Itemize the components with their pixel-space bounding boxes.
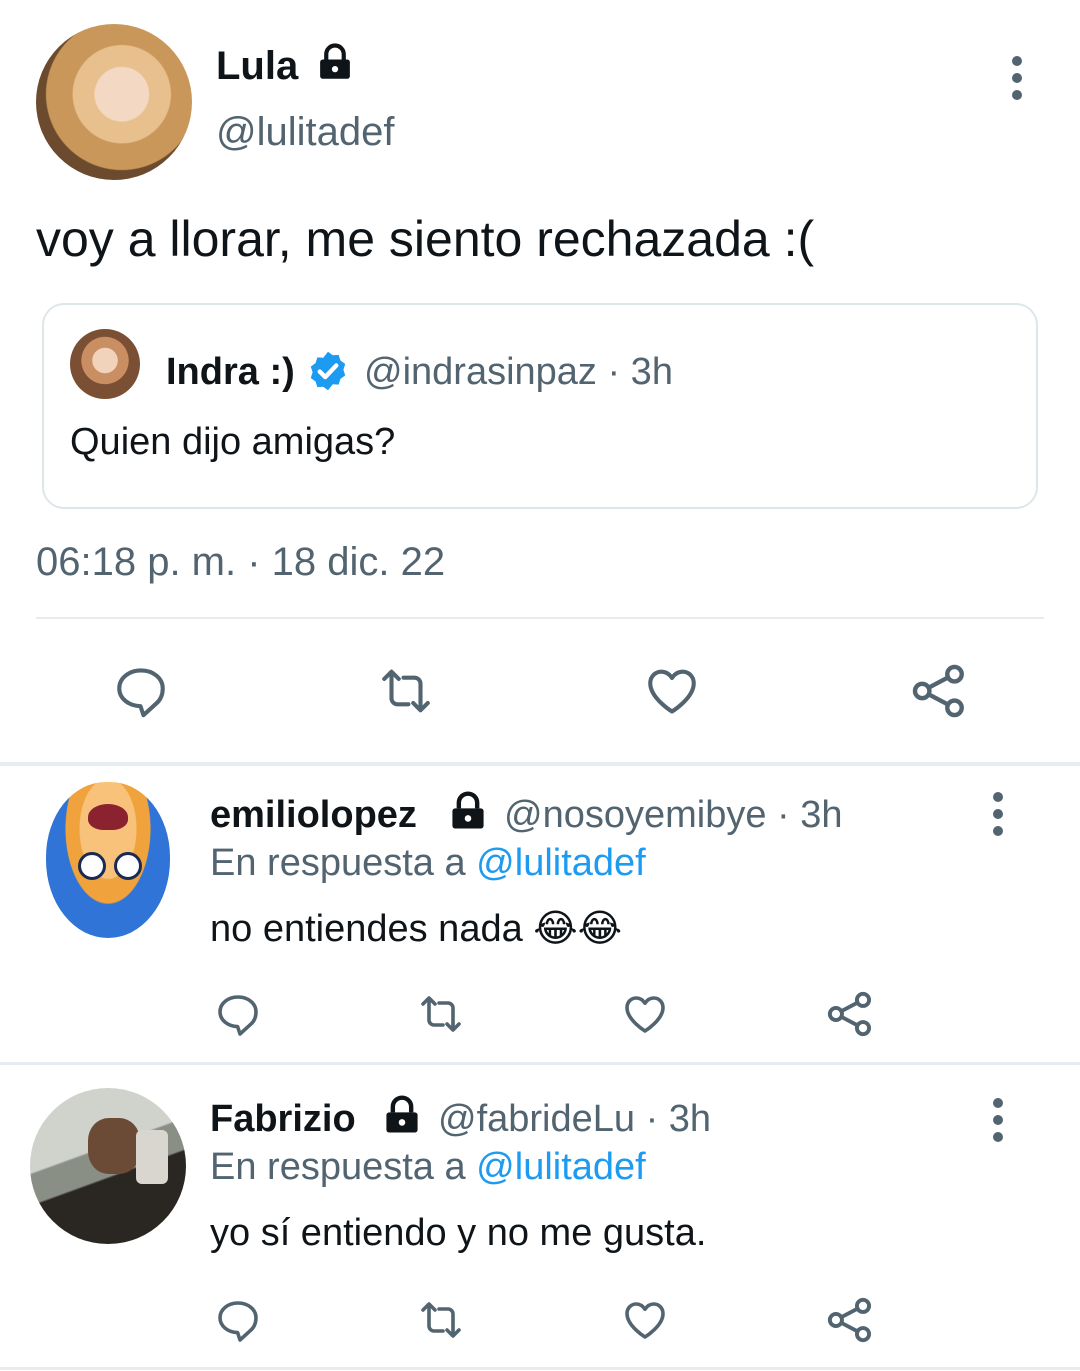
more-options-icon[interactable]: [991, 1098, 1005, 1149]
quoted-tweet-text: Quien dijo amigas?: [70, 421, 396, 463]
avatar-fabrizio[interactable]: [30, 1088, 186, 1244]
author-name[interactable]: Lula: [216, 44, 298, 89]
lock-icon: [380, 1094, 424, 1143]
reply-handle-time[interactable]: @nosoyemibye · 3h: [504, 794, 843, 837]
reply-icon[interactable]: [112, 662, 170, 720]
reply-to-link[interactable]: @lulitadef: [476, 1146, 646, 1188]
reply-author-name[interactable]: Fabrizio: [210, 1098, 356, 1141]
share-icon[interactable]: [908, 660, 970, 722]
tweet-text: voy a llorar, me siento rechazada :(: [36, 211, 815, 267]
reply-author-name[interactable]: emiliolopez: [210, 794, 417, 837]
verified-badge-icon: [306, 349, 350, 398]
quoted-tweet-card[interactable]: Indra :) @indrasinpaz · 3h Quien dijo am…: [42, 303, 1038, 509]
reply-icon[interactable]: [214, 990, 262, 1038]
section-divider: [0, 1367, 1080, 1370]
divider: [36, 617, 1044, 619]
quoted-author-name: Indra :): [166, 351, 295, 393]
like-icon[interactable]: [642, 662, 702, 720]
reply-prefix: En respuesta a: [210, 1146, 466, 1188]
reply-handle-time[interactable]: @fabrideLu · 3h: [438, 1098, 711, 1141]
more-options-icon[interactable]: [1010, 56, 1024, 107]
share-icon[interactable]: [824, 988, 876, 1040]
section-divider: [0, 762, 1080, 766]
like-icon[interactable]: [620, 990, 670, 1038]
lock-icon: [314, 42, 356, 89]
avatar-emiliolopez[interactable]: [46, 782, 170, 938]
share-icon[interactable]: [824, 1294, 876, 1346]
reply-to-link[interactable]: @lulitadef: [476, 842, 646, 884]
reply-context: En respuesta a @lulitadef: [210, 1146, 646, 1189]
avatar-indra: [70, 329, 140, 399]
retweet-icon[interactable]: [412, 990, 470, 1038]
avatar-lula[interactable]: [36, 24, 192, 180]
more-options-icon[interactable]: [991, 792, 1005, 843]
lock-icon: [446, 790, 490, 839]
retweet-icon[interactable]: [372, 662, 440, 720]
author-handle[interactable]: @lulitadef: [216, 110, 394, 155]
tweet-timestamp: 06:18 p. m. · 18 dic. 22: [36, 540, 446, 584]
quoted-handle-time: @indrasinpaz · 3h: [364, 351, 673, 393]
like-icon[interactable]: [620, 1296, 670, 1344]
reply-text: no entiendes nada 😂😂: [210, 908, 623, 950]
section-divider: [0, 1062, 1080, 1065]
reply-text: yo sí entiendo y no me gusta.: [210, 1212, 707, 1254]
reply-context: En respuesta a @lulitadef: [210, 842, 646, 885]
reply-prefix: En respuesta a: [210, 842, 466, 884]
retweet-icon[interactable]: [412, 1296, 470, 1344]
reply-icon[interactable]: [214, 1296, 262, 1344]
